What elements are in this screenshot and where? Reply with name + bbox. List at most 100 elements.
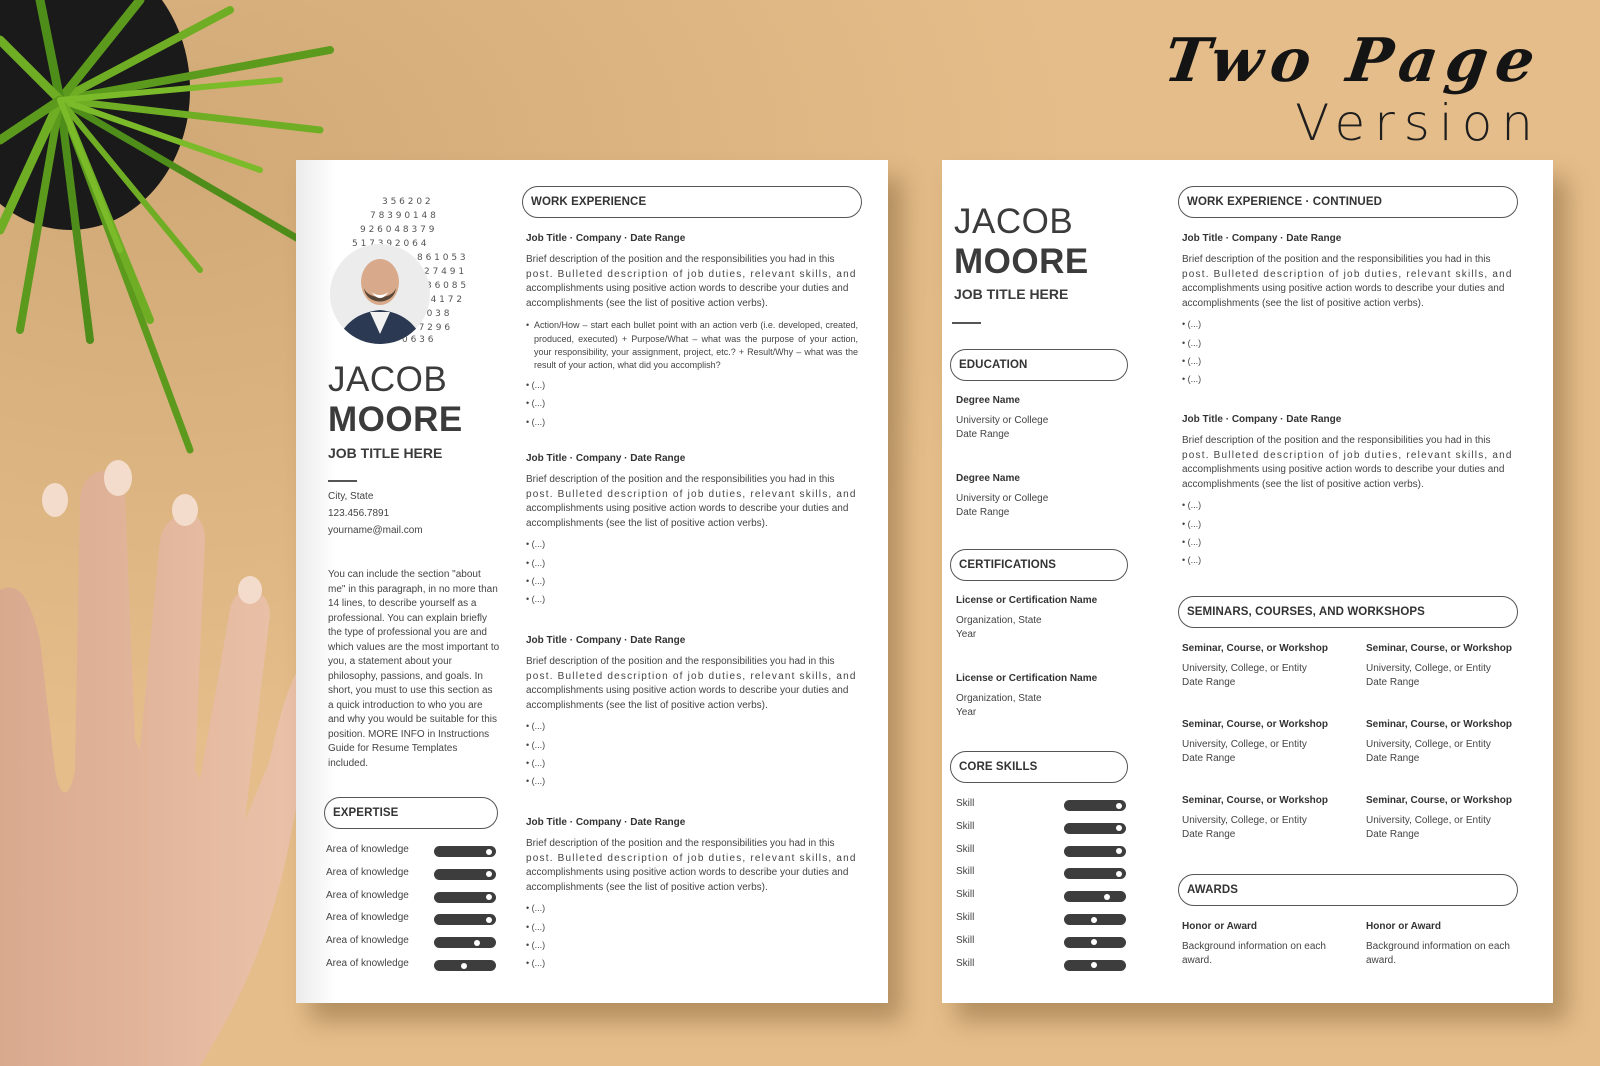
job-description: Brief description of the position and th… [526,838,857,893]
bullet-item: • (...) [1182,319,1202,330]
certifications-heading: CERTIFICATIONS [950,549,1128,581]
divider [328,480,357,482]
bullet-item: • (...) [526,757,546,768]
organization: Organization, State [956,614,1042,626]
bullet-item: • (...) [1182,554,1202,565]
contact-info: City, State 123.456.7891 yourname@mail.c… [328,488,423,539]
job-description: Brief description of the position and th… [526,474,857,529]
seminar-entry: Seminar, Course, or Workshop University,… [1366,719,1512,764]
location: City, State [328,491,374,502]
certification-entry: License or Certification Name Organizati… [956,672,1097,721]
job-header: Job Title · Company · Date Range [526,453,686,464]
job-title: JOB TITLE HERE [954,286,1069,302]
skill-row: Skill [952,889,1126,903]
bullet-item: • (...) [1182,355,1202,366]
resume-page-2: JACOB MOORE JOB TITLE HERE EDUCATION Deg… [942,160,1553,1003]
certification-name: License or Certification Name [956,673,1098,684]
email[interactable]: yourname@mail.com [328,522,423,539]
skill-row: Skill [952,912,1126,926]
job-title: JOB TITLE HERE [328,445,443,461]
bullet-item: • (...) [526,739,546,750]
skill-row: Skill [952,821,1126,835]
skill-row: Area of knowledge [322,958,496,972]
job-entry: Job Title · Company · Date Range Brief d… [526,635,858,790]
job-header: Job Title · Company · Date Range [1182,414,1342,425]
divider [952,322,981,324]
bullet-item: • (...) [526,557,546,568]
skill-row: Area of knowledge [322,935,496,949]
skill-level-bar [434,891,496,903]
svg-text:7 8 3 9 0 1 4 8: 7 8 3 9 0 1 4 8 [370,211,436,221]
skill-label: Skill [956,934,975,946]
skill-level-bar [434,868,496,880]
skill-level-dot [1116,825,1122,832]
bullet-item: • (...) [526,903,546,914]
skill-level-bar [1064,822,1126,834]
skill-row: Skill [952,958,1126,972]
headline-version: Version [1295,94,1542,152]
skill-level-dot [461,962,467,969]
award-entry: Honor or Award Background information on… [1366,921,1510,966]
skill-label: Skill [956,889,975,901]
skill-label: Skill [956,957,975,969]
job-entry: Job Title · Company · Date Range Brief d… [1182,233,1514,388]
skill-level-bar [1064,845,1126,857]
job-description: Brief description of the position and th… [526,254,857,309]
skill-level-bar [1064,800,1126,811]
first-name: JACOB [328,360,448,399]
job-entry: Job Title · Company · Date Range Brief d… [1182,414,1514,569]
last-name: MOORE [954,242,1089,281]
seminar-entry: Seminar, Course, or Workshop University,… [1182,719,1328,764]
svg-text:3 6 0 8 5: 3 6 0 8 5 [426,281,466,291]
school: University or College [956,414,1049,426]
skill-level-dot [1103,893,1110,900]
skill-row: Area of knowledge [322,867,496,881]
job-description: Brief description of the position and th… [526,656,857,711]
education-heading: EDUCATION [950,349,1128,381]
work-continued-heading: WORK EXPERIENCE · CONTINUED [1178,186,1518,218]
education-entry: Degree Name University or College Date R… [956,472,1048,521]
svg-text:3 5 6 2 0 2: 3 5 6 2 0 2 [382,197,431,207]
skill-level-dot [1116,870,1122,877]
skill-label: Skill [956,798,975,809]
skill-level-bar [1064,868,1126,880]
skill-level-bar [434,960,496,971]
job-header: Job Title · Company · Date Range [526,817,686,828]
bullet-item: • (...) [526,575,546,586]
skill-label: Skill [956,912,975,923]
seminar-entry: Seminar, Course, or Workshop University,… [1182,643,1328,688]
svg-text:2 7 4 9 1: 2 7 4 9 1 [424,267,464,277]
skill-row: Area of knowledge [322,912,496,926]
first-name: JACOB [954,202,1074,241]
resume-page-1: 3 5 6 2 0 2 7 8 3 9 0 1 4 8 9 2 6 0 4 8 … [296,160,888,1003]
seminar-entry: Seminar, Course, or Workshop University,… [1366,795,1512,840]
organization: Organization, State [956,692,1042,704]
skill-level-dot [1116,848,1122,855]
skill-level-dot [1091,916,1097,923]
year: Year [956,629,977,640]
certification-name: License or Certification Name [956,595,1098,606]
avatar: 3 5 6 2 0 2 7 8 3 9 0 1 4 8 9 2 6 0 4 8 … [330,197,466,345]
phone: 123.456.7891 [328,508,390,519]
expertise-heading: EXPERTISE [324,797,498,829]
skill-row: Skill [952,844,1126,858]
job-description: Brief description of the position and th… [1182,254,1513,309]
skill-label: Area of knowledge [326,889,409,901]
bullet-item: • (...) [526,775,546,786]
date-range: Date Range [956,507,1010,518]
date-range: Date Range [956,429,1010,440]
education-entry: Degree Name University or College Date R… [956,394,1048,443]
svg-text:0 6 3 6: 0 6 3 6 [402,335,434,345]
awards-heading: AWARDS [1178,874,1518,906]
degree-name: Degree Name [956,473,1020,484]
job-header: Job Title · Company · Date Range [1182,233,1342,244]
skill-level-dot [1116,802,1122,809]
seminar-entry: Seminar, Course, or Workshop University,… [1182,795,1328,840]
skill-level-dot [1091,962,1097,969]
job-description: Brief description of the position and th… [1182,435,1513,490]
skill-label: Area of knowledge [326,866,409,878]
skill-level-bar [1064,914,1126,925]
skill-level-dot [486,894,492,901]
skill-row: Skill [952,798,1126,812]
bullet-item: • (...) [1182,500,1202,511]
